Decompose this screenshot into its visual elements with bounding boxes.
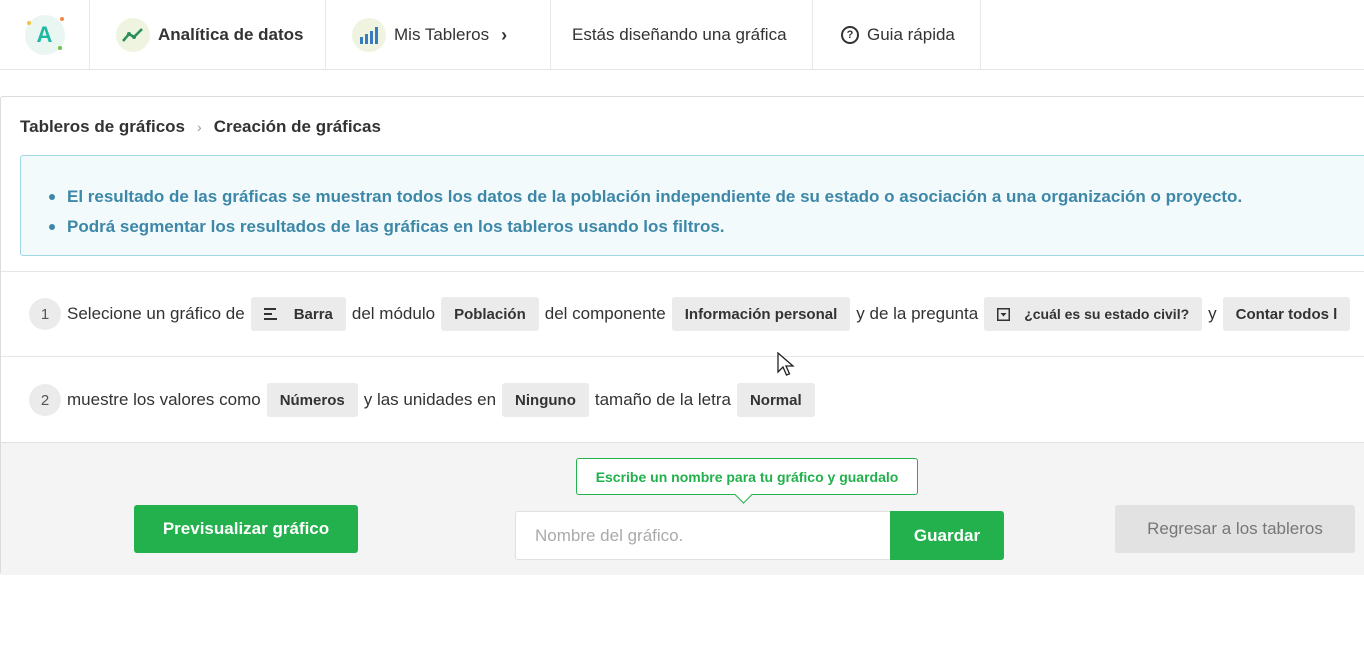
step-2-text: y las unidades en <box>363 390 497 409</box>
info-alert: El resultado de las gráficas se muestran… <box>20 155 1364 256</box>
nav-mis-tableros[interactable]: Mis Tableros › <box>326 0 551 70</box>
chart-type-value: Barra <box>293 305 333 323</box>
back-to-dashboards-button[interactable]: Regresar a los tableros <box>1115 505 1355 553</box>
step-1-row: 1 Selecione un gráfico de Barra del módu… <box>1 271 1364 357</box>
breadcrumb-tableros[interactable]: Tableros de gráficos <box>20 117 185 137</box>
nav-guia-rapida[interactable]: ? Guia rápida <box>813 0 981 70</box>
step-2-text: muestre los valores como <box>67 390 261 409</box>
font-size-chip[interactable]: Normal <box>736 383 815 417</box>
step-number: 1 <box>29 298 61 330</box>
bar-chart-icon <box>352 18 386 52</box>
nav-analitica-label: Analítica de datos <box>158 25 304 44</box>
chart-type-chip[interactable]: Barra <box>250 297 346 331</box>
units-chip[interactable]: Ninguno <box>502 383 589 417</box>
info-line-1: El resultado de las gráficas se muestran… <box>49 182 1242 212</box>
logo-letter: A <box>36 22 53 47</box>
breadcrumb-separator-icon: › <box>197 119 202 135</box>
step-1-text: y de la pregunta <box>856 304 979 323</box>
step-1-text: Selecione un gráfico de <box>67 304 245 323</box>
nav-guia-label: Guia rápida <box>867 25 955 44</box>
save-button[interactable]: Guardar <box>890 511 1004 560</box>
breadcrumb: Tableros de gráficos › Creación de gráfi… <box>20 117 381 137</box>
module-chip[interactable]: Población <box>441 297 539 331</box>
step-2-text: tamaño de la letra <box>594 390 731 409</box>
component-chip[interactable]: Información personal <box>671 297 851 331</box>
action-footer: Previsualizar gráfico Escribe un nombre … <box>1 442 1364 575</box>
nav-disenando: Estás diseñando una gráfica <box>551 0 813 70</box>
aggregation-chip[interactable]: Contar todos l <box>1222 297 1351 331</box>
step-number: 2 <box>29 384 61 416</box>
help-icon: ? <box>841 26 859 44</box>
step-2-row: 2 muestre los valores como Números y las… <box>1 357 1364 443</box>
nav-disenando-label: Estás diseñando una gráfica <box>572 25 787 44</box>
dropdown-box-icon <box>997 307 1011 321</box>
question-chip[interactable]: ¿cuál es su estado civil? <box>984 297 1203 331</box>
preview-chart-button[interactable]: Previsualizar gráfico <box>134 505 358 553</box>
info-line-2: Podrá segmentar los resultados de las gr… <box>49 212 1242 242</box>
chart-name-input[interactable] <box>515 511 891 560</box>
chart-builder-card: Tableros de gráficos › Creación de gráfi… <box>0 96 1364 575</box>
mouse-pointer-icon <box>777 351 795 383</box>
step-1-text: del componente <box>544 304 666 323</box>
align-left-icon <box>263 308 278 320</box>
line-chart-icon <box>116 18 150 52</box>
name-tooltip: Escribe un nombre para tu gráfico y guar… <box>576 458 918 495</box>
nav-tableros-label: Mis Tableros <box>394 25 490 44</box>
breadcrumb-creacion: Creación de gráficas <box>213 117 381 136</box>
values-format-chip[interactable]: Números <box>266 383 358 417</box>
step-1-text: del módulo <box>351 304 436 323</box>
chevron-right-icon: › <box>501 24 508 45</box>
logo-cell[interactable]: A <box>0 0 90 70</box>
question-value: ¿cuál es su estado civil? <box>1024 306 1190 322</box>
nav-analitica[interactable]: Analítica de datos <box>90 0 326 70</box>
top-nav: A Analítica de datos Mis Tableros › Está… <box>0 0 1364 70</box>
app-logo: A <box>24 15 65 55</box>
step-1-text: y <box>1208 304 1217 323</box>
